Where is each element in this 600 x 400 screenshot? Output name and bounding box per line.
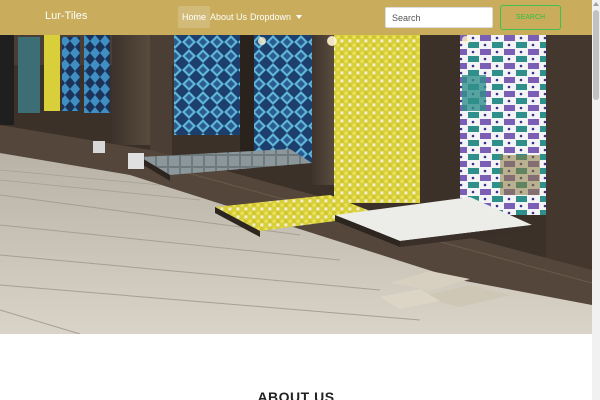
hero-carousel[interactable] bbox=[0, 35, 592, 334]
caret-down-icon bbox=[296, 15, 303, 19]
nav-dropdown-toggle[interactable]: Dropdown bbox=[246, 6, 306, 28]
nav-link-about-us[interactable]: About Us bbox=[206, 6, 251, 28]
brand-logo-link[interactable]: Lur-Tiles bbox=[45, 10, 87, 22]
nav-dropdown-label: Dropdown bbox=[250, 12, 292, 22]
scroll-up-arrow-icon[interactable] bbox=[593, 2, 599, 6]
search-input[interactable] bbox=[385, 7, 493, 28]
tile-showroom-image bbox=[0, 35, 592, 334]
scroll-thumb[interactable] bbox=[593, 10, 599, 100]
about-us-heading: ABOUT US bbox=[257, 389, 335, 400]
navbar: Lur-Tiles Home About Us Dropdown SEARCH bbox=[0, 0, 592, 35]
page-scrollbar[interactable] bbox=[592, 0, 600, 400]
search-button[interactable]: SEARCH bbox=[500, 5, 561, 30]
